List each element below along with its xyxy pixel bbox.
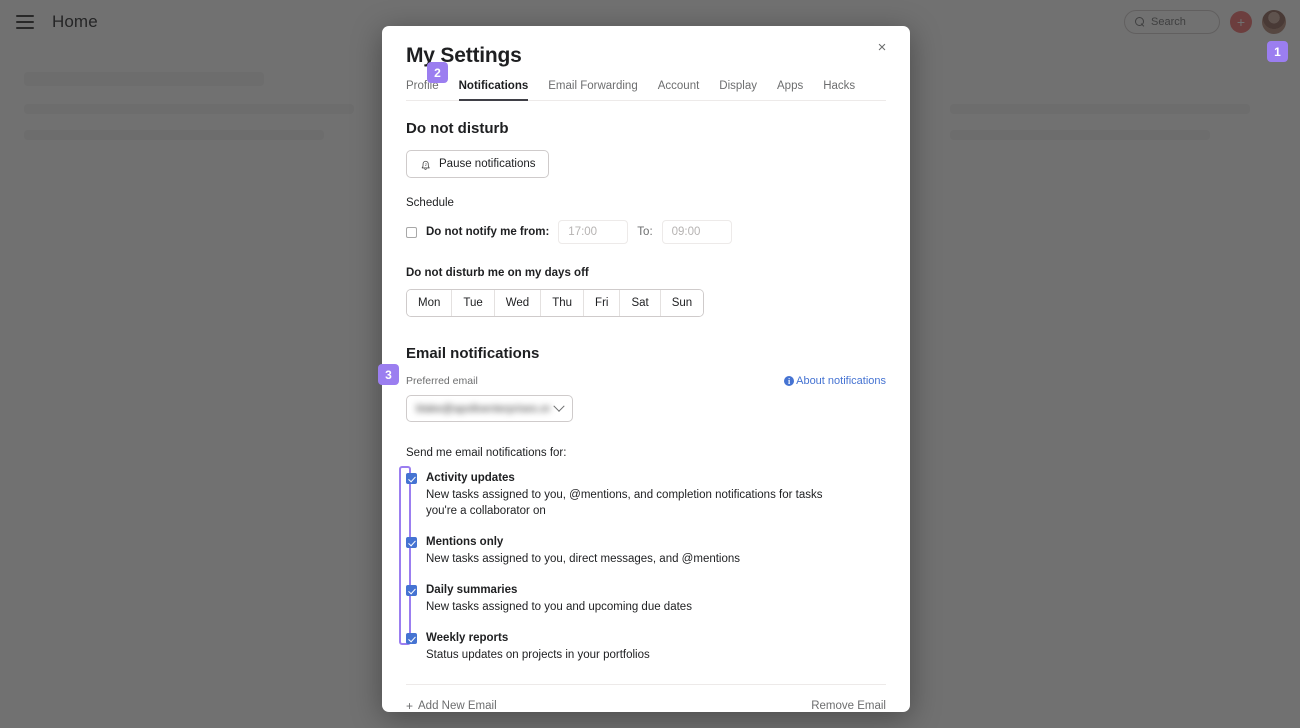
weekly-reports-checkbox[interactable] [406,633,417,644]
my-settings-dialog: My Settings × Profile Notifications Emai… [382,26,910,712]
about-notifications-link[interactable]: i About notifications [784,375,886,387]
checkbox-wrap [406,631,417,663]
close-icon[interactable]: × [870,35,894,59]
weekly-reports-title: Weekly reports [426,632,509,644]
activity-updates-description: New tasks assigned to you, @mentions, an… [426,489,823,517]
dialog-body: Do not disturb z Pause notifications Sch… [382,101,910,712]
do-not-notify-label: Do not notify me from: [426,226,550,238]
pause-notifications-button[interactable]: z Pause notifications [406,150,549,178]
checkbox-wrap [406,471,417,519]
schedule-heading: Schedule [406,197,454,209]
to-time-input[interactable]: 09:00 [661,220,732,244]
mentions-only-checkbox[interactable] [406,537,417,548]
dialog-header: My Settings × Profile Notifications Emai… [382,26,910,101]
daily-summaries-checkbox[interactable] [406,585,417,596]
from-time-value: 17:00 [568,226,598,238]
day-button-wed[interactable]: Wed [494,290,542,316]
day-button-mon[interactable]: Mon [407,290,453,316]
email-notification-options: Activity updates New tasks assigned to y… [399,466,886,663]
day-button-tue[interactable]: Tue [452,290,495,316]
preferred-email-row: Preferred email i About notifications [406,375,886,387]
send-notifications-label: Send me email notifications for: [406,447,567,459]
do-not-disturb-heading: Do not disturb [406,120,509,137]
notification-option: Mentions only New tasks assigned to you,… [406,535,886,567]
tab-apps[interactable]: Apps [777,80,803,101]
days-off-label: Do not disturb me on my days off [406,267,589,279]
day-button-thu[interactable]: Thu [541,290,585,316]
to-label: To: [637,226,653,238]
activity-updates-title: Activity updates [426,472,515,484]
days-off-selector: Mon Tue Wed Thu Fri Sat Sun [406,289,705,317]
preferred-email-dropdown[interactable]: blake@apolloenterprises.org [406,395,573,422]
do-not-notify-checkbox[interactable] [406,226,417,238]
tab-display[interactable]: Display [719,80,757,101]
mentions-only-title: Mentions only [426,536,504,548]
pause-notifications-label: Pause notifications [439,158,536,170]
day-button-sat[interactable]: Sat [620,290,661,316]
to-time-value: 09:00 [671,226,701,238]
schedule-row: Do not notify me from: 17:00 To: 09:00 [406,220,886,244]
remove-email-button[interactable]: Remove Email [811,700,886,712]
mentions-only-description: New tasks assigned to you, direct messag… [426,553,741,565]
email-actions-row: + Add New Email Remove Email [406,684,886,712]
notification-option: Daily summaries New tasks assigned to yo… [406,583,886,615]
day-button-sun[interactable]: Sun [660,290,704,316]
annotation-badge-2: 2 [427,62,448,83]
tab-notifications[interactable]: Notifications [458,80,529,101]
notification-option: Activity updates New tasks assigned to y… [406,471,886,519]
settings-tabs: Profile Notifications Email Forwarding A… [406,80,886,101]
chevron-down-icon [553,400,565,412]
preferred-email-label: Preferred email [406,375,478,387]
svg-text:z: z [425,161,427,166]
checkbox-wrap [406,535,417,567]
tab-profile[interactable]: Profile [406,80,439,101]
from-time-input[interactable]: 17:00 [558,220,629,244]
preferred-email-value: blake@apolloenterprises.org [416,402,551,415]
activity-updates-checkbox[interactable] [406,473,417,484]
daily-summaries-description: New tasks assigned to you and upcoming d… [426,601,692,613]
daily-summaries-title: Daily summaries [426,584,518,596]
tab-account[interactable]: Account [658,80,700,101]
dialog-title: My Settings [406,44,522,67]
about-notifications-label: About notifications [796,375,886,387]
tab-email-forwarding[interactable]: Email Forwarding [548,80,637,101]
add-new-email-label: Add New Email [418,700,497,712]
add-new-email-button[interactable]: + Add New Email [406,700,497,712]
email-notifications-heading: Email notifications [406,345,540,362]
annotation-badge-1: 1 [1267,41,1288,62]
weekly-reports-description: Status updates on projects in your portf… [426,649,650,661]
tab-hacks[interactable]: Hacks [823,80,855,101]
plus-icon: + [406,699,414,712]
bell-snooze-icon: z [421,160,430,170]
notification-option: Weekly reports Status updates on project… [406,631,886,663]
checkbox-wrap [406,583,417,615]
day-button-fri[interactable]: Fri [584,290,621,316]
info-icon: i [784,376,795,386]
annotation-badge-3: 3 [378,364,399,385]
